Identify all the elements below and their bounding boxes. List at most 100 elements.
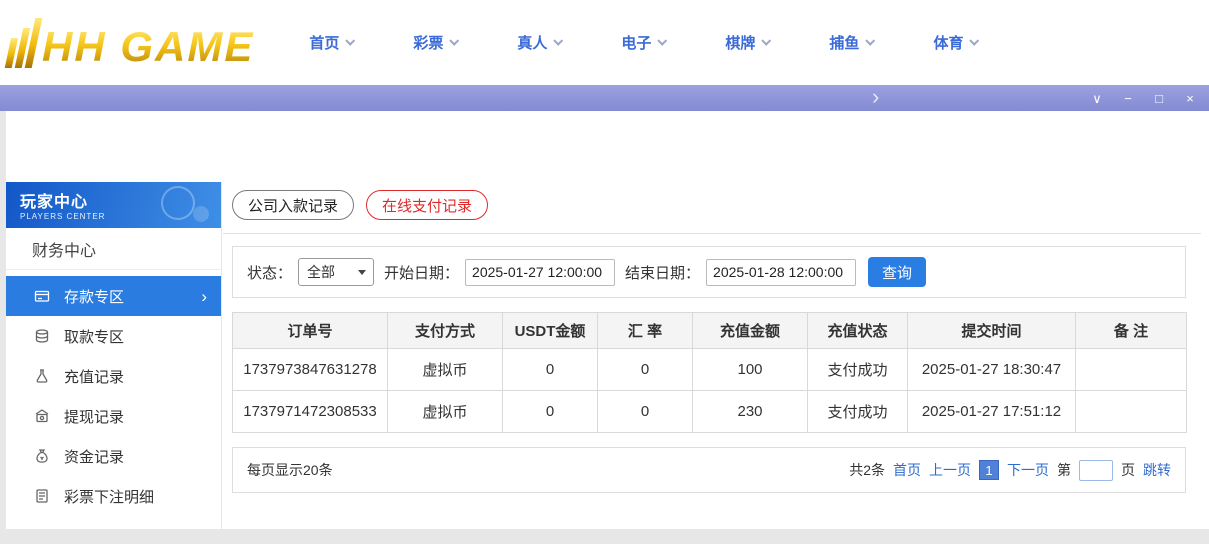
table-cell: 0 (503, 391, 598, 433)
table-head-row: 订单号支付方式USDT金额汇 率充值金额充值状态提交时间备 注 (233, 313, 1187, 349)
nav-item-chess[interactable]: 棋牌 (725, 32, 769, 53)
chevron-down-icon (658, 35, 668, 45)
site-header: HH GAME 首页 彩票 真人 电子 棋牌 捕鱼 体育 (0, 0, 1209, 85)
withdrawal-records-icon (34, 408, 50, 424)
search-button[interactable]: 查询 (868, 257, 926, 287)
select-arrow-icon (358, 270, 366, 275)
table-header-cell: 汇 率 (598, 313, 693, 349)
recharge-records-icon (34, 368, 50, 384)
sidebar-item-label: 存款专区 (64, 286, 124, 307)
content-panel: 公司入款记录 在线支付记录 状态： 全部 开始日期： 结束日期： 查询 (223, 182, 1201, 529)
nav-item-label: 体育 (933, 32, 963, 53)
chevron-down-icon (970, 35, 980, 45)
tabs: 公司入款记录 在线支付记录 (223, 182, 1201, 234)
table-cell: 0 (503, 349, 598, 391)
nav-item-label: 棋牌 (725, 32, 755, 53)
status-label: 状态： (247, 262, 292, 283)
table-header-cell: 支付方式 (388, 313, 503, 349)
jump-suffix-label: 页 (1121, 460, 1135, 480)
nav-item-live[interactable]: 真人 (517, 32, 561, 53)
table-header-cell: 订单号 (233, 313, 388, 349)
table-header-cell: 提交时间 (908, 313, 1076, 349)
nav-item-home[interactable]: 首页 (309, 32, 353, 53)
table-cell: 支付成功 (808, 391, 908, 433)
sidebar-item-recharge-records[interactable]: 充值记录 (6, 356, 221, 396)
nav-item-sports[interactable]: 体育 (933, 32, 977, 53)
page: 活动时间：长期活动 活动时间：长期活动 › HH GAME 首页 彩票 真人 电… (0, 0, 1209, 544)
logo-text: HH GAME (42, 26, 254, 68)
per-page-label: 每页显示20条 (247, 460, 333, 480)
sidebar-item-label: 取款专区 (64, 326, 124, 347)
first-page-link[interactable]: 首页 (893, 460, 921, 480)
end-date-label: 结束日期： (625, 262, 700, 283)
total-count: 共2条 (849, 460, 885, 480)
nav-item-label: 彩票 (413, 32, 443, 53)
jump-button[interactable]: 跳转 (1143, 460, 1171, 480)
window-maximize-icon[interactable]: □ (1152, 92, 1166, 105)
records-table: 订单号支付方式USDT金额汇 率充值金额充值状态提交时间备 注 17379738… (232, 312, 1187, 433)
sidebar-item-lottery-bet-details[interactable]: 彩票下注明细 (6, 476, 221, 516)
nav-item-label: 捕鱼 (829, 32, 859, 53)
table-cell: 支付成功 (808, 349, 908, 391)
jump-page-input[interactable] (1079, 460, 1113, 481)
active-item-arrow-icon: › (201, 288, 207, 305)
carousel-next-arrow-icon[interactable]: › (872, 86, 879, 108)
window-body: 玩家中心 PLAYERS CENTER 财务中心 存款专区 › 取款专区 充值记… (0, 111, 1209, 544)
table-body: 1737973847631278虚拟币00100支付成功2025-01-27 1… (233, 349, 1187, 433)
tab-company-deposit-records[interactable]: 公司入款记录 (232, 190, 354, 220)
status-select[interactable]: 全部 (298, 258, 374, 286)
chevron-down-icon (866, 35, 876, 45)
table-header-cell: 备 注 (1076, 313, 1187, 349)
chevron-down-icon (554, 35, 564, 45)
table-cell: 虚拟币 (388, 349, 503, 391)
sidebar-item-withdrawal-records[interactable]: 提现记录 (6, 396, 221, 436)
sidebar-header: 玩家中心 PLAYERS CENTER (6, 182, 221, 228)
table-cell (1076, 391, 1187, 433)
table-cell: 虚拟币 (388, 391, 503, 433)
sidebar-item-funds-records[interactable]: 资金记录 (6, 436, 221, 476)
table-header-cell: 充值状态 (808, 313, 908, 349)
table-cell: 100 (693, 349, 808, 391)
sidebar-item-withdraw[interactable]: 取款专区 (6, 316, 221, 356)
table-cell: 0 (598, 349, 693, 391)
table-cell: 230 (693, 391, 808, 433)
jump-prefix-label: 第 (1057, 460, 1071, 480)
sidebar-item-label: 资金记录 (64, 446, 124, 467)
nav-item-fishing[interactable]: 捕鱼 (829, 32, 873, 53)
filter-bar: 状态： 全部 开始日期： 结束日期： 查询 (232, 246, 1186, 298)
window-close-icon[interactable]: × (1183, 92, 1197, 105)
nav-item-lottery[interactable]: 彩票 (413, 32, 457, 53)
prev-page-link[interactable]: 上一页 (929, 460, 971, 480)
tab-online-payment-records[interactable]: 在线支付记录 (366, 190, 488, 220)
table-row: 1737971472308533虚拟币00230支付成功2025-01-27 1… (233, 391, 1187, 433)
next-page-link[interactable]: 下一页 (1007, 460, 1049, 480)
table-cell: 1737971472308533 (233, 391, 388, 433)
start-date-label: 开始日期： (384, 262, 459, 283)
lottery-bet-details-icon (34, 488, 50, 504)
nav-item-slots[interactable]: 电子 (621, 32, 665, 53)
sidebar-item-label: 充值记录 (64, 366, 124, 387)
table-cell (1076, 349, 1187, 391)
sidebar-section-title: 财务中心 (6, 228, 221, 270)
window-titlebar: ∨ − □ × (0, 85, 1209, 111)
table-header-cell: USDT金额 (503, 313, 598, 349)
nav-item-label: 真人 (517, 32, 547, 53)
table-cell: 0 (598, 391, 693, 433)
logo[interactable]: HH GAME (10, 18, 254, 68)
withdraw-icon (34, 328, 50, 344)
window-inner: 玩家中心 PLAYERS CENTER 财务中心 存款专区 › 取款专区 充值记… (6, 111, 1209, 529)
chevron-down-icon (346, 35, 356, 45)
window-minimize-icon[interactable]: − (1121, 92, 1135, 105)
start-date-input[interactable] (465, 259, 615, 286)
table-header-cell: 充值金额 (693, 313, 808, 349)
end-date-input[interactable] (706, 259, 856, 286)
current-page[interactable]: 1 (979, 460, 999, 480)
table-cell: 2025-01-27 17:51:12 (908, 391, 1076, 433)
logo-bars-icon (5, 18, 43, 68)
sidebar-item-deposit[interactable]: 存款专区 › (6, 276, 221, 316)
sidebar-subtitle: PLAYERS CENTER (20, 212, 221, 221)
chevron-down-icon (762, 35, 772, 45)
table-cell: 2025-01-27 18:30:47 (908, 349, 1076, 391)
window-controls: ∨ − □ × (1090, 92, 1209, 105)
window-dropdown-icon[interactable]: ∨ (1090, 92, 1104, 105)
